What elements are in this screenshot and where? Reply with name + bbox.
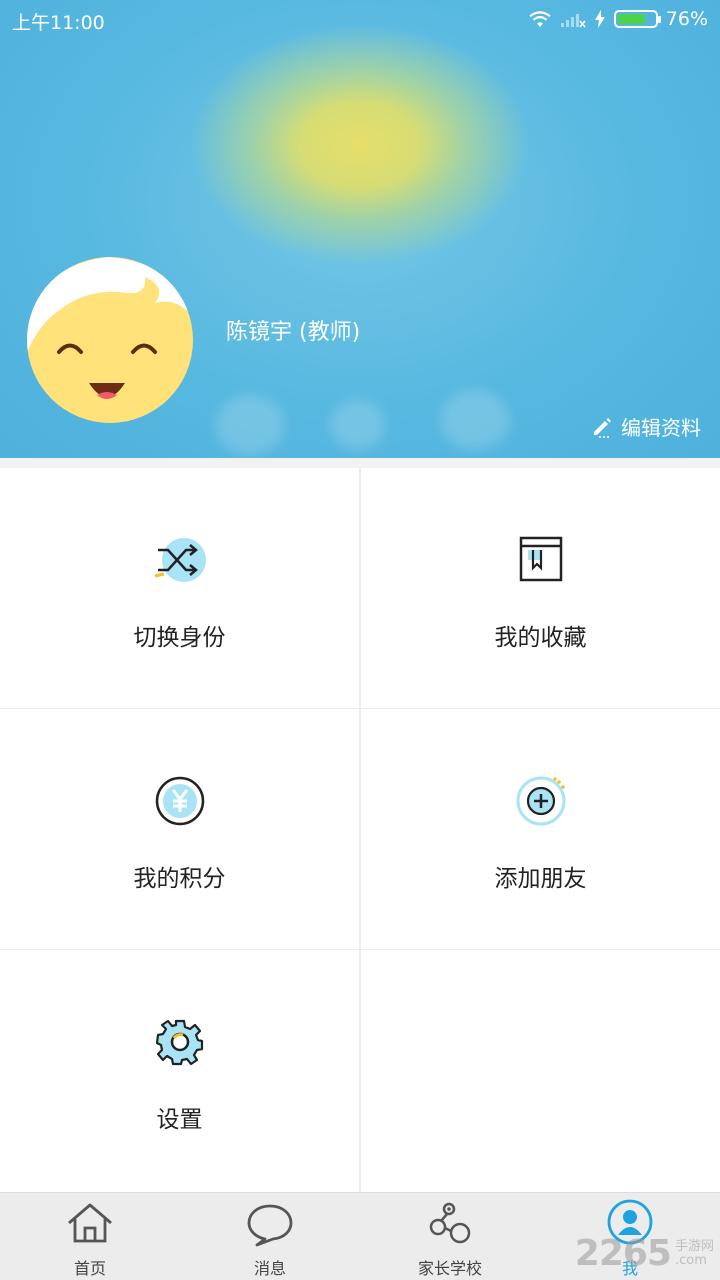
home-icon <box>68 1203 112 1243</box>
add-circle-icon <box>516 776 565 826</box>
smiley-face-icon <box>27 257 193 399</box>
my-points-item[interactable]: 我的积分 <box>0 709 359 949</box>
bookmark-box-icon <box>519 536 562 582</box>
edit-profile-button[interactable]: 编辑资料 <box>591 412 701 441</box>
my-favorites-item[interactable]: 我的收藏 <box>361 468 720 708</box>
switch-identity-item[interactable]: 切换身份 <box>0 468 359 708</box>
watermark-text: 手游网 .com <box>674 1238 714 1268</box>
molecule-icon <box>429 1202 471 1244</box>
header-bokeh <box>215 395 285 455</box>
add-friends-label: 添加朋友 <box>494 866 587 892</box>
battery-icon <box>613 10 661 28</box>
yuan-coin-icon <box>155 776 204 826</box>
tab-home[interactable]: 首页 <box>0 1193 180 1280</box>
edit-profile-label: 编辑资料 <box>621 416 701 440</box>
watermark-domain: .com <box>674 1252 707 1268</box>
cellular-signal-icon <box>560 14 586 28</box>
status-icons: 76% <box>528 8 708 30</box>
profile-header: 上午11:00 76% 陈镜宇 (教师) 编辑资料 <box>0 0 720 458</box>
battery-percent: 76% <box>665 8 708 30</box>
tab-parent-school[interactable]: 家长学校 <box>360 1193 540 1280</box>
gear-icon <box>155 1019 203 1066</box>
tab-parent-school-label: 家长学校 <box>417 1259 482 1278</box>
my-points-label: 我的积分 <box>133 866 226 892</box>
tab-home-label: 首页 <box>73 1259 106 1278</box>
avatar[interactable] <box>27 257 193 423</box>
user-name: 陈镜宇 (教师) <box>226 320 361 345</box>
battery-level <box>617 14 646 24</box>
header-bokeh <box>330 400 385 450</box>
chat-bubble-icon <box>247 1204 293 1247</box>
bottom-tab-bar: 首页 消息 家长学校 我 2265 手游网 .com <box>0 1192 720 1280</box>
tab-messages[interactable]: 消息 <box>180 1193 360 1280</box>
switch-identity-label: 切换身份 <box>133 625 226 651</box>
settings-label: 设置 <box>156 1107 203 1133</box>
tab-messages-label: 消息 <box>253 1259 286 1278</box>
empty-tile <box>361 950 720 1192</box>
status-bar: 上午11:00 76% <box>0 0 720 40</box>
status-time: 上午11:00 <box>12 12 105 34</box>
site-watermark: 2265 手游网 .com <box>575 1233 714 1274</box>
settings-item[interactable]: 设置 <box>0 950 359 1192</box>
watermark-number: 2265 <box>574 1233 672 1274</box>
add-friends-item[interactable]: 添加朋友 <box>361 709 720 949</box>
menu-grid: 切换身份 我的收藏 我的积分 添加朋友 设置 <box>0 468 720 1192</box>
header-bokeh <box>440 390 510 450</box>
shuffle-icon <box>154 538 206 582</box>
pencil-icon <box>594 417 611 438</box>
wifi-icon <box>529 11 551 27</box>
my-favorites-label: 我的收藏 <box>494 625 587 651</box>
charging-icon <box>594 10 605 28</box>
watermark-site: 手游网 <box>674 1238 714 1254</box>
